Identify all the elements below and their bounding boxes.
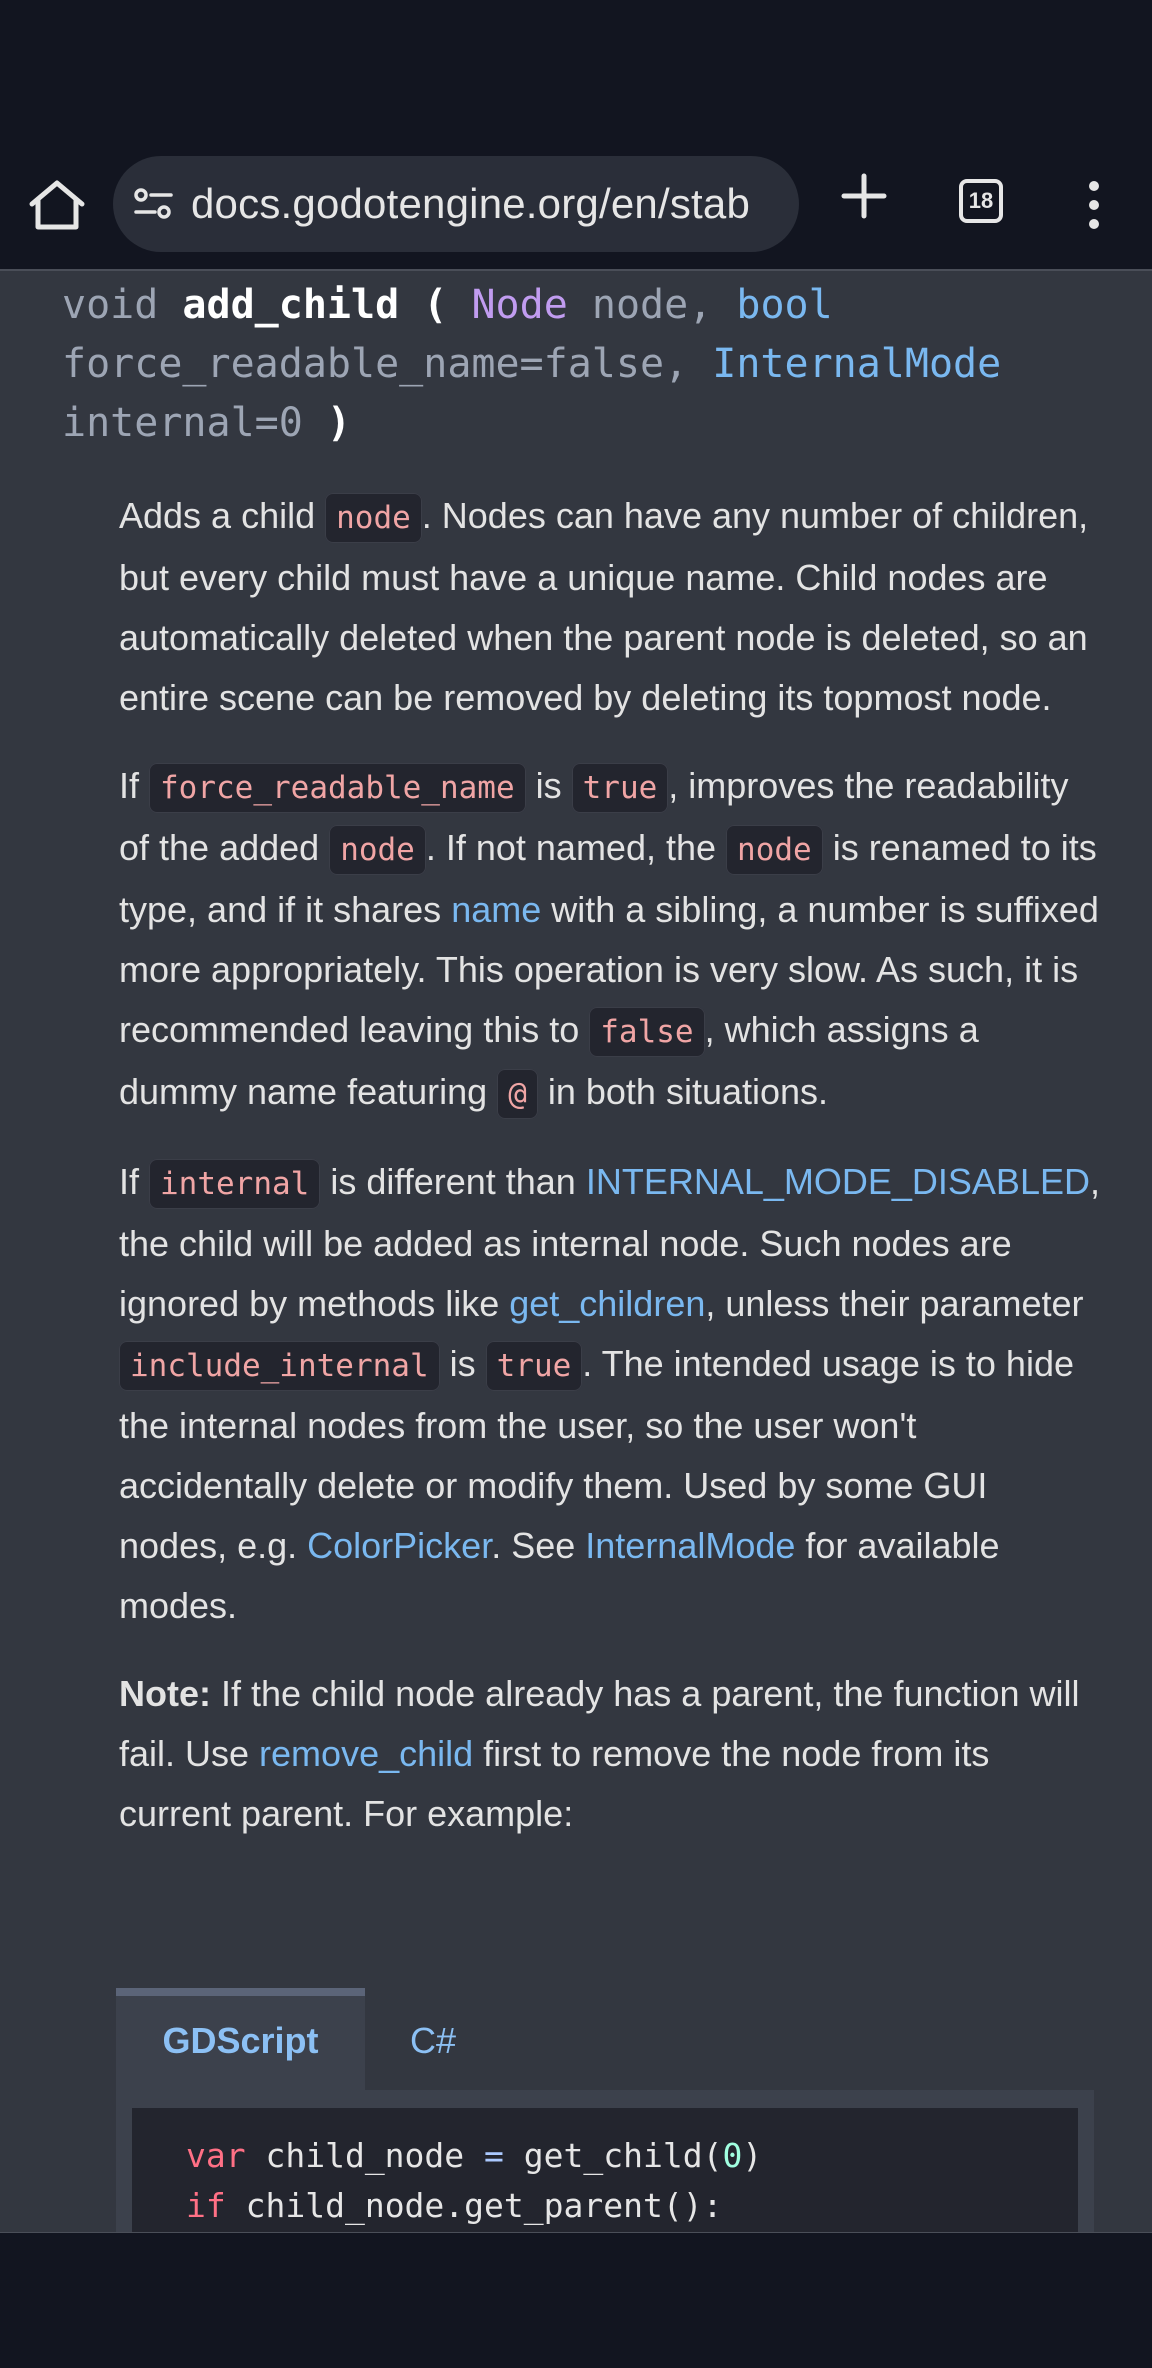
code-area: var child_node = get_child(0) if child_n… [132, 2108, 1078, 2238]
code-tab-bar: GDScript C# [116, 1988, 1094, 2090]
inline-code: node [329, 825, 426, 875]
code-text: child_node.get_parent(): [225, 2186, 723, 2225]
open-paren: ( [423, 282, 448, 328]
inline-code: force_readable_name [149, 763, 526, 813]
code-line-2: if child_node.get_parent(): [186, 2186, 722, 2225]
text: , unless their parameter [705, 1283, 1084, 1324]
internal-mode-disabled-link[interactable]: INTERNAL_MODE_DISABLED [586, 1161, 1090, 1202]
param-type-bool-link[interactable]: bool [736, 282, 832, 328]
code-text: ) [742, 2136, 763, 2175]
more-menu-icon[interactable] [1085, 180, 1103, 230]
param-type-internalmode-link[interactable]: InternalMode [712, 341, 1001, 387]
url-text[interactable]: docs.godotengine.org/en/stab [191, 180, 750, 228]
inline-code: true [571, 763, 669, 813]
text: is [439, 1343, 486, 1384]
inline-code: internal [149, 1159, 321, 1209]
browser-top-bar: docs.godotengine.org/en/stab 18 [0, 0, 1152, 270]
note-paragraph: Note: If the child node already has a pa… [119, 1664, 1104, 1844]
internal-paragraph: If internal is different than INTERNAL_M… [119, 1152, 1104, 1636]
site-settings-icon[interactable] [133, 186, 173, 222]
get-children-link[interactable]: get_children [509, 1283, 705, 1324]
close-paren: ) [326, 400, 352, 446]
home-icon[interactable] [24, 178, 90, 232]
inline-code: @ [497, 1069, 538, 1119]
param-force-readable-name: force_readable_name=false, [62, 341, 689, 387]
code-operator: = [484, 2136, 504, 2175]
remove-child-link[interactable]: remove_child [259, 1733, 473, 1774]
method-name: add_child [182, 282, 400, 328]
code-text: get_child( [503, 2136, 723, 2175]
tab-switcher-icon[interactable]: 18 [959, 179, 1003, 223]
method-signature: void add_child ( Node node, bool force_r… [62, 270, 1112, 453]
return-type: void [62, 282, 159, 328]
inline-code: false [589, 1007, 705, 1057]
inline-code: true [485, 1341, 583, 1391]
text: is [525, 765, 572, 806]
description-paragraph: Adds a child node. Nodes can have any nu… [119, 486, 1104, 728]
code-line-1: var child_node = get_child(0) [186, 2136, 762, 2175]
navigation-bar [0, 2233, 1152, 2368]
tab-csharp[interactable]: C# [365, 1988, 501, 2090]
code-example: GDScript C# var child_node = get_child(0… [116, 1988, 1094, 2238]
new-tab-icon[interactable] [838, 170, 890, 222]
code-keyword: var [186, 2136, 246, 2175]
param-type-node-link[interactable]: Node [471, 282, 567, 328]
note-label: Note: [119, 1673, 211, 1714]
readable-name-paragraph: If force_readable_name is true, improves… [119, 756, 1104, 1124]
code-number: 0 [722, 2136, 743, 2175]
address-bar[interactable]: docs.godotengine.org/en/stab [113, 156, 799, 252]
code-text: child_node [245, 2136, 485, 2175]
name-link[interactable]: name [451, 889, 541, 930]
text: . If not named, the [425, 827, 727, 868]
text: is different than [320, 1161, 586, 1202]
browser-toolbar: docs.godotengine.org/en/stab 18 [0, 150, 1152, 260]
text: If [119, 1161, 150, 1202]
internalmode-link[interactable]: InternalMode [585, 1525, 795, 1566]
code-keyword: if [186, 2186, 226, 2225]
tab-count: 18 [968, 188, 994, 213]
tab-gdscript[interactable]: GDScript [116, 1988, 365, 2090]
text: in both situations. [537, 1071, 829, 1112]
text: . See [491, 1525, 586, 1566]
inline-code: node [726, 825, 823, 875]
inline-code: include_internal [119, 1341, 440, 1391]
colorpicker-link[interactable]: ColorPicker [307, 1525, 491, 1566]
inline-code: node [325, 493, 422, 543]
text: If [119, 765, 150, 806]
text: Adds a child [119, 495, 326, 536]
param-node: node, [591, 282, 713, 328]
method-description: Adds a child node. Nodes can have any nu… [119, 486, 1104, 1872]
param-internal: internal=0 [62, 400, 303, 446]
